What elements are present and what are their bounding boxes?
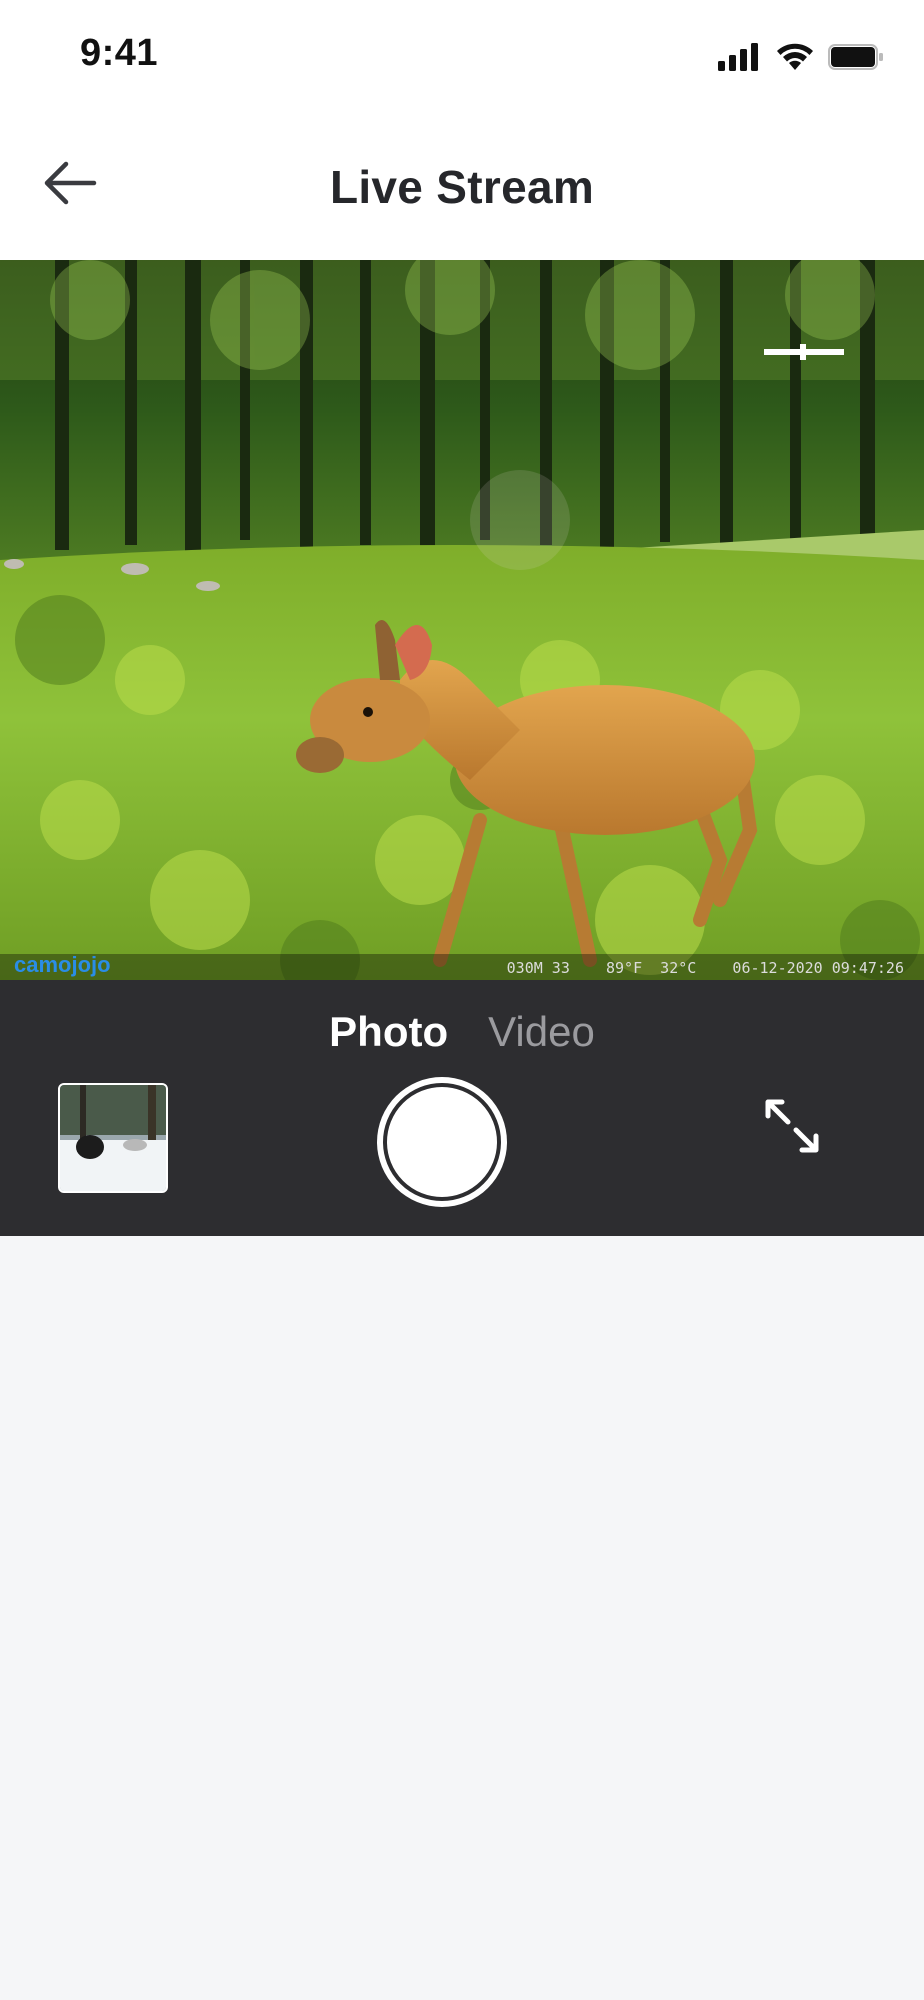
camera-controls: Photo Video: [0, 980, 924, 1236]
fullscreen-button[interactable]: [756, 1090, 828, 1162]
live-camera-view[interactable]: camojojo 030M 33 89°F 32°C 06-12-2020 09…: [0, 260, 924, 980]
camera-brand-label: camojojo: [14, 952, 111, 977]
tab-video[interactable]: Video: [488, 1008, 595, 1056]
gallery-thumbnail[interactable]: [58, 1083, 168, 1193]
camera-info-text: 030M 33 89°F 32°C 06-12-2020 09:47:26: [506, 959, 904, 977]
shutter-ring: [383, 1083, 501, 1201]
camera-feed-image: [0, 260, 924, 980]
mode-tabs: Photo Video: [0, 1008, 924, 1056]
nav-bar: Live Stream: [0, 110, 924, 260]
shutter-button[interactable]: [377, 1077, 507, 1207]
signal-icon: [718, 43, 758, 71]
status-bar: 9:41: [0, 0, 924, 110]
zoom-control[interactable]: [764, 338, 844, 368]
expand-icon: [765, 1099, 819, 1153]
status-icons: [718, 40, 884, 74]
wifi-icon: [777, 43, 813, 70]
page-title: Live Stream: [329, 161, 595, 213]
status-time: 9:41: [80, 32, 159, 74]
battery-icon: [828, 44, 883, 70]
tab-photo[interactable]: Photo: [329, 1008, 448, 1056]
last-capture-image: [60, 1085, 166, 1191]
